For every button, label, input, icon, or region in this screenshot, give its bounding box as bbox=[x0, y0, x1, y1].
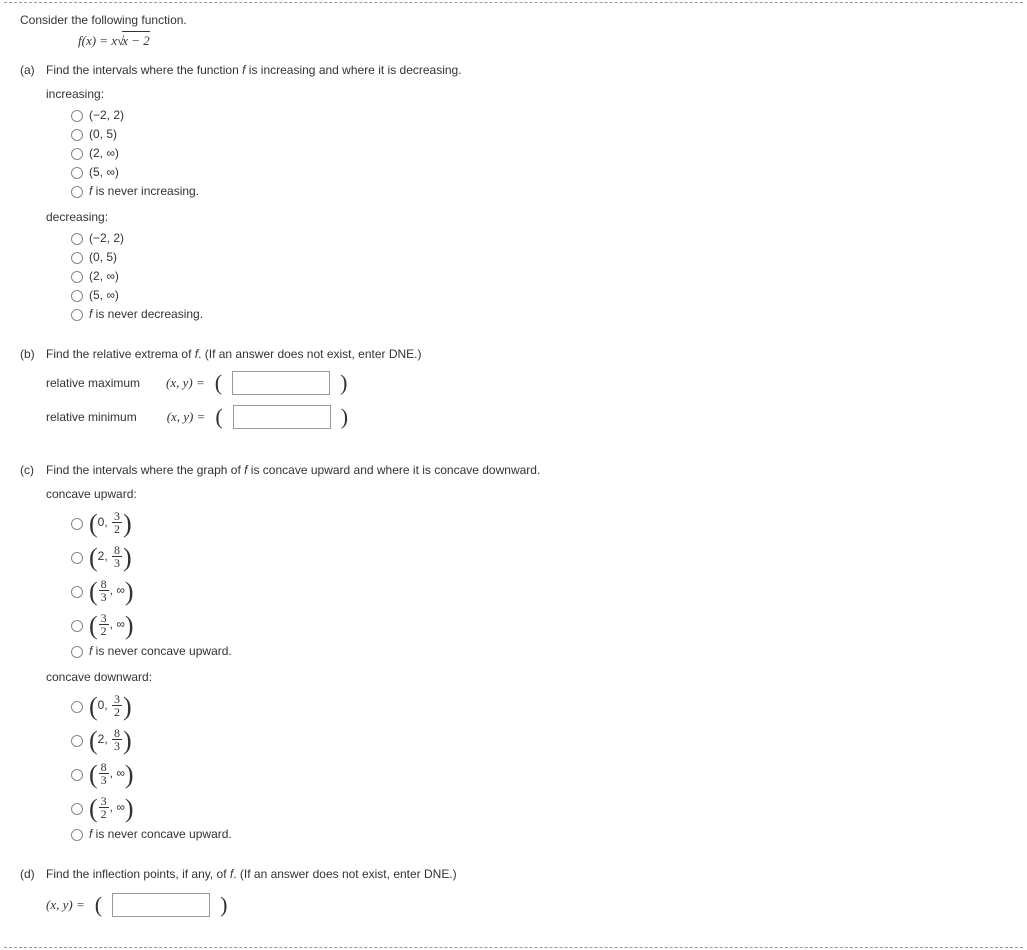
inc-opt-1-label: (−2, 2) bbox=[89, 108, 124, 122]
formula-lhs: f(x) = x bbox=[78, 33, 117, 48]
part-d-question: Find the inflection points, if any, of f… bbox=[46, 867, 1023, 881]
up-opt-3[interactable]: (83, ∞) bbox=[66, 573, 1023, 607]
part-c-label: (c) bbox=[20, 463, 46, 843]
dn-opt-5-label: f is never concave upward. bbox=[89, 827, 232, 841]
inc-opt-2-label: (0, 5) bbox=[89, 127, 117, 141]
dec-opt-3-label: (2, ∞) bbox=[89, 269, 119, 283]
rel-min-input[interactable] bbox=[233, 405, 331, 429]
part-d-label: (d) bbox=[20, 867, 46, 927]
up-opt-2[interactable]: (2, 83) bbox=[66, 539, 1023, 573]
open-paren-icon: ( bbox=[215, 372, 222, 394]
close-paren-icon: ) bbox=[220, 894, 227, 916]
dec-opt-1[interactable]: (−2, 2) bbox=[66, 228, 1023, 247]
close-paren-icon: ) bbox=[341, 406, 348, 428]
inc-opt-5-label: f is never increasing. bbox=[89, 184, 199, 198]
dec-opt-2-label: (0, 5) bbox=[89, 250, 117, 264]
inc-opt-4-label: (5, ∞) bbox=[89, 165, 119, 179]
rel-max-label: relative maximum bbox=[46, 376, 140, 390]
part-a-question: Find the intervals where the function f … bbox=[46, 63, 1023, 77]
dn-opt-4-label: (32, ∞) bbox=[89, 792, 134, 822]
up-opt-1[interactable]: (0, 32) bbox=[66, 505, 1023, 539]
rel-max-input[interactable] bbox=[232, 371, 330, 395]
xy-label-inflection: (x, y) = bbox=[46, 897, 85, 913]
dn-opt-2-label: (2, 83) bbox=[89, 724, 132, 754]
concave-down-header: concave downward: bbox=[46, 670, 1023, 684]
xy-label-min: (x, y) = bbox=[167, 409, 206, 425]
dn-opt-4[interactable]: (32, ∞) bbox=[66, 790, 1023, 824]
up-opt-4[interactable]: (32, ∞) bbox=[66, 607, 1023, 641]
rel-min-label: relative minimum bbox=[46, 410, 137, 424]
inc-opt-4[interactable]: (5, ∞) bbox=[66, 162, 1023, 181]
dec-opt-3[interactable]: (2, ∞) bbox=[66, 266, 1023, 285]
dec-opt-5-label: f is never decreasing. bbox=[89, 307, 203, 321]
concave-up-header: concave upward: bbox=[46, 487, 1023, 501]
up-opt-3-label: (83, ∞) bbox=[89, 575, 134, 605]
up-opt-1-label: (0, 32) bbox=[89, 507, 132, 537]
open-paren-icon: ( bbox=[95, 894, 102, 916]
part-a-label: (a) bbox=[20, 63, 46, 323]
part-b-question: Find the relative extrema of f. (If an a… bbox=[46, 347, 1023, 361]
open-paren-icon: ( bbox=[215, 406, 222, 428]
formula-radicand: x − 2 bbox=[122, 31, 150, 48]
part-c-question: Find the intervals where the graph of f … bbox=[46, 463, 1023, 477]
dec-opt-5[interactable]: f is never decreasing. bbox=[66, 304, 1023, 323]
dn-opt-3-label: (83, ∞) bbox=[89, 758, 134, 788]
up-opt-5[interactable]: f is never concave upward. bbox=[66, 641, 1023, 660]
inc-opt-2[interactable]: (0, 5) bbox=[66, 124, 1023, 143]
dec-opt-2[interactable]: (0, 5) bbox=[66, 247, 1023, 266]
up-opt-4-label: (32, ∞) bbox=[89, 609, 134, 639]
dn-opt-2[interactable]: (2, 83) bbox=[66, 722, 1023, 756]
dn-opt-3[interactable]: (83, ∞) bbox=[66, 756, 1023, 790]
formula-display: f(x) = x√x − 2 bbox=[78, 33, 1023, 49]
inc-opt-3-label: (2, ∞) bbox=[89, 146, 119, 160]
inc-opt-5[interactable]: f is never increasing. bbox=[66, 181, 1023, 200]
increasing-header: increasing: bbox=[46, 87, 1023, 101]
dec-opt-4[interactable]: (5, ∞) bbox=[66, 285, 1023, 304]
dn-opt-1-label: (0, 32) bbox=[89, 690, 132, 720]
close-paren-icon: ) bbox=[340, 372, 347, 394]
up-opt-2-label: (2, 83) bbox=[89, 541, 132, 571]
decreasing-header: decreasing: bbox=[46, 210, 1023, 224]
inc-opt-3[interactable]: (2, ∞) bbox=[66, 143, 1023, 162]
part-b-label: (b) bbox=[20, 347, 46, 439]
dn-opt-5[interactable]: f is never concave upward. bbox=[66, 824, 1023, 843]
prompt-text: Consider the following function. bbox=[20, 13, 1023, 27]
dn-opt-1[interactable]: (0, 32) bbox=[66, 688, 1023, 722]
up-opt-5-label: f is never concave upward. bbox=[89, 644, 232, 658]
dec-opt-1-label: (−2, 2) bbox=[89, 231, 124, 245]
dec-opt-4-label: (5, ∞) bbox=[89, 288, 119, 302]
xy-label-max: (x, y) = bbox=[166, 375, 205, 391]
inc-opt-1[interactable]: (−2, 2) bbox=[66, 105, 1023, 124]
inflection-input[interactable] bbox=[112, 893, 210, 917]
